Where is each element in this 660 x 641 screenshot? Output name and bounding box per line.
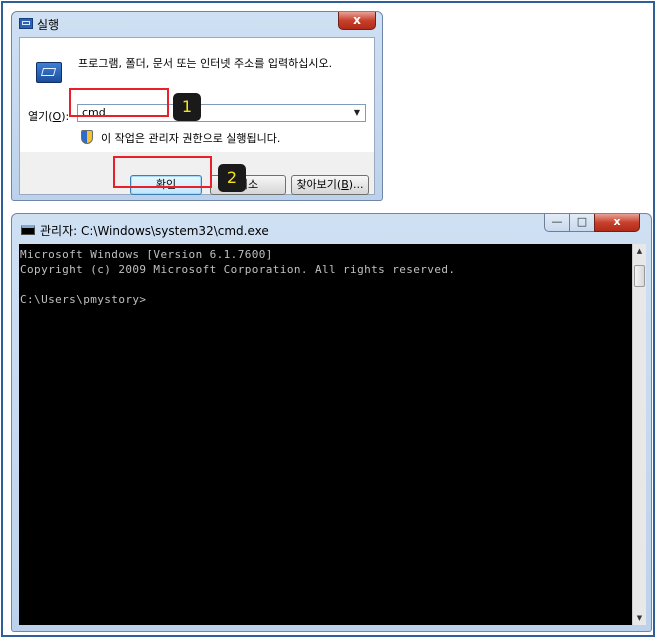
highlight-ok-button [113,156,212,188]
run-close-button[interactable]: x [338,12,376,30]
step-badge-2: 2 [218,164,246,192]
console-line: Microsoft Windows [Version 6.1.7600] [20,248,273,261]
open-label: 열기(O): [28,108,69,124]
console-line: Copyright (c) 2009 Microsoft Corporation… [20,263,456,276]
browse-label-prefix: 찾아보기( [296,178,342,191]
cmd-window: 관리자: C:\Windows\system32\cmd.exe — □ x M… [11,213,652,632]
cmd-title[interactable]: 관리자: C:\Windows\system32\cmd.exe [40,222,269,239]
run-app-icon [36,62,62,83]
step-badge-1: 1 [173,93,201,121]
scroll-down-icon[interactable]: ▼ [633,611,646,625]
run-title: 실행 [37,18,60,32]
vertical-scrollbar[interactable]: ▲ ▼ [632,244,646,625]
run-description: 프로그램, 폴더, 문서 또는 인터넷 주소를 입력하십시오. [78,57,333,70]
browse-button[interactable]: 찾아보기(B)... [291,175,369,195]
run-title-icon [19,18,33,29]
console-prompt: C:\Users\pmystory> [20,293,147,306]
scroll-thumb[interactable] [634,265,645,287]
scroll-up-icon[interactable]: ▲ [633,244,646,258]
maximize-button[interactable]: □ [569,214,595,232]
run-titlebar[interactable]: 실행 x [12,12,382,36]
cmd-icon [21,225,35,235]
chevron-down-icon[interactable]: ▼ [351,106,363,120]
minimize-button[interactable]: — [544,214,570,232]
admin-note: 이 작업은 관리자 권한으로 실행됩니다. [101,132,281,145]
browse-label-key: B [341,178,349,191]
open-label-prefix: 열기( [28,110,53,123]
shield-icon [81,130,93,144]
cmd-console[interactable]: Microsoft Windows [Version 6.1.7600] Cop… [19,244,632,625]
browse-label-suffix: )... [348,178,364,191]
highlight-open-input [69,88,169,117]
close-button[interactable]: x [594,214,640,232]
open-label-key: O [52,110,62,123]
